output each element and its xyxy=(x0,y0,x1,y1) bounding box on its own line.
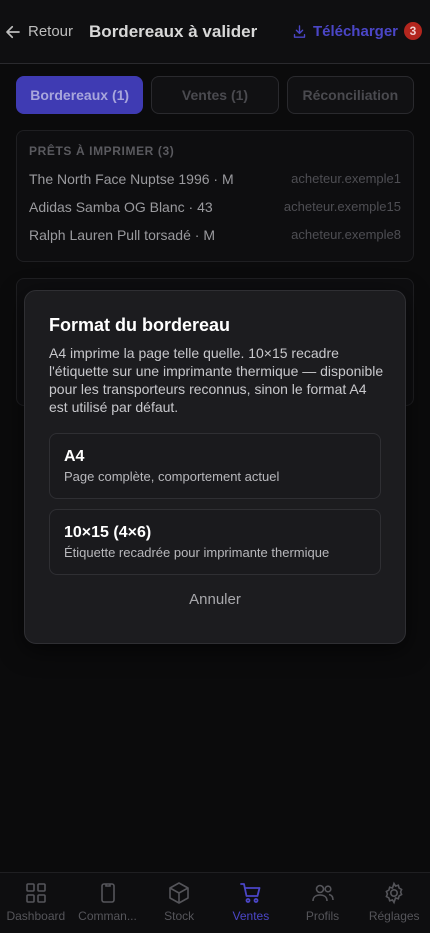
buyer-name: acheteur.exemple8 xyxy=(291,227,401,242)
box-icon xyxy=(169,882,189,904)
nav-label: Profils xyxy=(305,909,340,923)
option-name: 10×15 (4×6) xyxy=(64,524,152,541)
dashboard-icon xyxy=(26,883,46,903)
download-icon xyxy=(293,24,306,38)
list-item[interactable]: The North Face Nuptse 1996 · M acheteur.… xyxy=(29,171,401,191)
page-title: Bordereaux à valider xyxy=(89,21,258,41)
dialog-description: A4 imprime la page telle quelle. 10×15 r… xyxy=(49,345,384,415)
nav-ventes[interactable]: Ventes xyxy=(215,873,287,933)
cancel-button[interactable]: Annuler xyxy=(25,591,405,608)
option-description: Étiquette recadrée pour imprimante therm… xyxy=(64,545,330,560)
format-option-a4[interactable]: A4 Page complète, comportement actuel xyxy=(49,433,381,499)
nav-label: Dashboard xyxy=(6,909,66,923)
buyer-name: acheteur.exemple1 xyxy=(291,171,401,186)
nav-reglages[interactable]: Réglages xyxy=(358,873,430,933)
ready-to-print-panel: PRÊTS À IMPRIMER (3) The North Face Nupt… xyxy=(16,130,414,262)
panel-title: PRÊTS À IMPRIMER (3) xyxy=(29,144,175,158)
bottom-nav: Dashboard Comman... Stock Ventes Profils… xyxy=(0,872,430,933)
list-item[interactable]: Ralph Lauren Pull torsadé · M acheteur.e… xyxy=(29,227,401,247)
nav-profils[interactable]: Profils xyxy=(287,873,359,933)
users-icon xyxy=(311,884,334,902)
arrow-left-icon xyxy=(6,25,20,38)
nav-label: Réglages xyxy=(368,909,420,923)
tab-bordereaux[interactable]: Bordereaux (1) xyxy=(16,76,144,114)
cart-icon xyxy=(239,883,261,903)
tab-ventes[interactable]: Ventes (1) xyxy=(151,76,279,114)
download-button[interactable]: Télécharger 3 xyxy=(292,22,422,40)
nav-dashboard[interactable]: Dashboard xyxy=(0,873,72,933)
back-label: Retour xyxy=(28,23,74,40)
orders-icon xyxy=(100,883,115,903)
list-item[interactable]: Adidas Samba OG Blanc · 43 acheteur.exem… xyxy=(29,199,401,219)
tab-bar: Bordereaux (1) Ventes (1) Réconciliation xyxy=(16,76,414,114)
format-option-10x15[interactable]: 10×15 (4×6) Étiquette recadrée pour impr… xyxy=(49,509,381,575)
back-button[interactable]: Retour xyxy=(4,23,73,41)
download-count-badge: 3 xyxy=(404,22,422,40)
tab-reconciliation[interactable]: Réconciliation xyxy=(286,76,414,114)
item-name: The North Face Nuptse 1996 · M xyxy=(29,171,234,187)
nav-label: Stock xyxy=(164,909,195,923)
dialog-title: Format du bordereau xyxy=(49,315,231,335)
nav-label: Ventes xyxy=(232,909,270,923)
download-label: Télécharger xyxy=(312,22,398,40)
buyer-name: acheteur.exemple15 xyxy=(283,199,401,214)
item-name: Ralph Lauren Pull torsadé · M xyxy=(29,227,215,243)
gear-icon xyxy=(385,881,403,905)
app-header: Retour Bordereaux à valider Télécharger … xyxy=(0,0,430,64)
nav-stock[interactable]: Stock xyxy=(143,873,215,933)
item-name: Adidas Samba OG Blanc · 43 xyxy=(29,199,213,215)
option-description: Page complète, comportement actuel xyxy=(64,469,280,484)
nav-commandes[interactable]: Comman... xyxy=(72,873,144,933)
format-dialog: Format du bordereau A4 imprime la page t… xyxy=(24,290,406,644)
nav-label: Comman... xyxy=(78,909,137,923)
option-name: A4 xyxy=(64,448,85,465)
